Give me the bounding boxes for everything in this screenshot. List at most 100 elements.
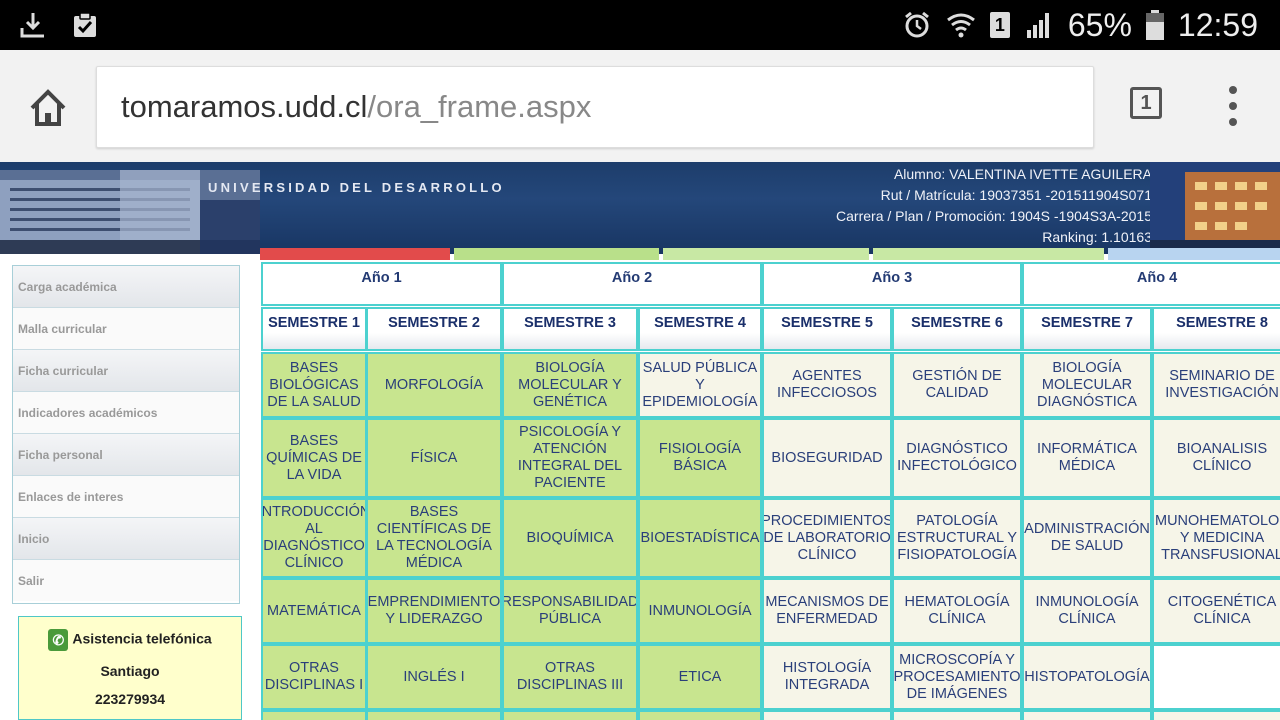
sidebar-item-malla-curricular[interactable]: Malla curricular bbox=[13, 308, 239, 350]
url-path: /ora_frame.aspx bbox=[367, 89, 592, 124]
course-cell[interactable]: BIOANALISIS CLÍNICO bbox=[1152, 418, 1280, 498]
course-cell[interactable]: EMPRENDIMIENTO Y LIDERAZGO bbox=[366, 578, 502, 644]
strip-segment bbox=[663, 248, 869, 260]
sidebar-item-inicio[interactable]: Inicio bbox=[13, 518, 239, 560]
strip-segment bbox=[453, 248, 660, 260]
course-cell[interactable]: ETICA bbox=[638, 644, 762, 710]
sidebar-item-salir[interactable]: Salir bbox=[13, 560, 239, 601]
course-cell-partial[interactable] bbox=[762, 710, 892, 720]
course-cell[interactable]: MICROSCOPÍA Y PROCESAMIENTO DE IMÁGENES bbox=[892, 644, 1022, 710]
student-name: Alumno: VALENTINA IVETTE AGUILERA bbox=[893, 166, 1152, 182]
download-icon bbox=[18, 10, 48, 40]
clock: 12:59 bbox=[1177, 6, 1258, 43]
course-cell[interactable]: HEMATOLOGÍA CLÍNICA bbox=[892, 578, 1022, 644]
year-header: Año 2 bbox=[502, 262, 762, 306]
sidebar-item-carga-academica[interactable]: Carga académica bbox=[13, 266, 239, 308]
course-cell[interactable]: MORFOLOGÍA bbox=[366, 352, 502, 418]
course-cell[interactable]: AGENTES INFECCIOSOS bbox=[762, 352, 892, 418]
clipboard-check-icon bbox=[70, 10, 100, 40]
course-cell[interactable]: BASES CIENTÍFICAS DE LA TECNOLOGÍA MÉDIC… bbox=[366, 498, 502, 578]
course-cell[interactable]: ADMINISTRACIÓN DE SALUD bbox=[1022, 498, 1152, 578]
university-name: UNIVERSIDAD DEL DESARROLLO bbox=[208, 180, 505, 195]
course-cell[interactable]: PSICOLOGÍA Y ATENCIÓN INTEGRAL DEL PACIE… bbox=[502, 418, 638, 498]
course-cell[interactable]: DIAGNÓSTICO INFECTOLÓGICO bbox=[892, 418, 1022, 498]
student-career: Carrera / Plan / Promoción: 1904S -1904S… bbox=[836, 208, 1152, 224]
course-cell-partial[interactable] bbox=[366, 710, 502, 720]
student-ranking: Ranking: 1.10163 bbox=[1042, 229, 1152, 245]
assist-phone: 223279934 bbox=[94, 691, 166, 707]
curriculum-grid: Año 1 Año 2 Año 3 Año 4 SEMESTRE 1 SEMESTRE 2… bbox=[261, 262, 1280, 720]
course-cell[interactable]: MECANISMOS DE ENFERMEDAD bbox=[762, 578, 892, 644]
course-cell[interactable]: FÍSICA bbox=[366, 418, 502, 498]
sidebar-item-ficha-personal[interactable]: Ficha personal bbox=[13, 434, 239, 476]
assist-title: Asistencia telefónica bbox=[72, 630, 212, 647]
course-cell[interactable]: BIOLOGÍA MOLECULAR DIAGNÓSTICA bbox=[1022, 352, 1152, 418]
semester-header: SEMESTRE 6 bbox=[892, 307, 1022, 351]
course-cell[interactable]: MATEMÁTICA bbox=[261, 578, 367, 644]
semester-header: SEMESTRE 2 bbox=[366, 307, 502, 351]
browser-toolbar: tomaramos.udd.cl/ora_frame.aspx 1 bbox=[0, 50, 1280, 163]
semester-header: SEMESTRE 8 bbox=[1152, 307, 1280, 351]
url-bar[interactable]: tomaramos.udd.cl/ora_frame.aspx bbox=[96, 66, 1094, 148]
course-cell[interactable]: SALUD PÚBLICA Y EPIDEMIOLOGÍA bbox=[638, 352, 762, 418]
course-cell[interactable]: INGLÉS I bbox=[366, 644, 502, 710]
battery-percent: 65% bbox=[1067, 6, 1132, 43]
course-cell[interactable]: INMUNOHEMATOLOGÍA Y MEDICINA TRANSFUSION… bbox=[1152, 498, 1280, 578]
course-cell[interactable]: RESPONSABILIDAD PÚBLICA bbox=[502, 578, 638, 644]
course-cell[interactable]: INMUNOLOGÍA CLÍNICA bbox=[1022, 578, 1152, 644]
course-cell[interactable]: CITOGENÉTICA CLÍNICA bbox=[1152, 578, 1280, 644]
course-cell[interactable]: BASES QUÍMICAS DE LA VIDA bbox=[261, 418, 367, 498]
course-cell[interactable] bbox=[1152, 644, 1280, 710]
sidebar-menu: Carga académica Malla curricular Ficha c… bbox=[12, 265, 240, 604]
course-cell[interactable]: GESTIÓN DE CALIDAD bbox=[892, 352, 1022, 418]
sidebar-item-indicadores-academicos[interactable]: Indicadores académicos bbox=[13, 392, 239, 434]
course-cell-partial[interactable] bbox=[892, 710, 1022, 720]
course-cell[interactable]: HISTOPATOLOGÍA bbox=[1022, 644, 1152, 710]
course-cell[interactable]: OTRAS DISCIPLINAS III bbox=[502, 644, 638, 710]
course-cell[interactable]: PROCEDIMIENTOS DE LABORATORIO CLÍNICO bbox=[762, 498, 892, 578]
tab-switcher-button[interactable]: 1 bbox=[1130, 87, 1162, 119]
course-cell[interactable]: FISIOLOGÍA BÁSICA bbox=[638, 418, 762, 498]
semester-header: SEMESTRE 5 bbox=[762, 307, 892, 351]
course-cell[interactable]: BIOESTADÍSTICA bbox=[638, 498, 762, 578]
course-cell[interactable]: INMUNOLOGÍA bbox=[638, 578, 762, 644]
color-strip bbox=[260, 248, 1280, 260]
building-image-right bbox=[1150, 162, 1280, 254]
course-cell-partial[interactable] bbox=[1022, 710, 1152, 720]
alarm-icon bbox=[902, 10, 932, 40]
course-cell[interactable]: OTRAS DISCIPLINAS I bbox=[261, 644, 367, 710]
course-cell[interactable]: BIOLOGÍA MOLECULAR Y GENÉTICA bbox=[502, 352, 638, 418]
home-icon[interactable] bbox=[26, 86, 70, 130]
url-domain: tomaramos.udd.cl bbox=[121, 89, 368, 124]
strip-segment bbox=[260, 248, 450, 260]
phone-assistance-box: ✆ Asistencia telefónica Santiago 22327993… bbox=[18, 616, 242, 720]
android-status-bar: 1 65% 12:59 bbox=[0, 0, 1280, 50]
course-cell-partial[interactable] bbox=[261, 710, 367, 720]
semester-header: SEMESTRE 3 bbox=[502, 307, 638, 351]
course-cell[interactable]: HISTOLOGÍA INTEGRADA bbox=[762, 644, 892, 710]
course-cell[interactable]: BIOQUÍMICA bbox=[502, 498, 638, 578]
signal-icon bbox=[1024, 10, 1054, 40]
strip-segment bbox=[1108, 248, 1280, 260]
course-cell-partial[interactable] bbox=[1152, 710, 1280, 720]
phone-icon: ✆ bbox=[48, 629, 69, 651]
overflow-menu-icon[interactable] bbox=[1222, 86, 1244, 126]
assist-city: Santiago bbox=[100, 663, 160, 679]
sidebar-item-enlaces-de-interes[interactable]: Enlaces de interes bbox=[13, 476, 239, 518]
course-cell[interactable]: INTRODUCCIÓN AL DIAGNÓSTICO CLÍNICO bbox=[261, 498, 367, 578]
wifi-icon bbox=[946, 10, 976, 40]
student-rut: Rut / Matrícula: 19037351 -201511904S071 bbox=[880, 187, 1152, 203]
course-cell-partial[interactable] bbox=[638, 710, 762, 720]
course-cell-partial[interactable] bbox=[502, 710, 638, 720]
course-cell[interactable]: SEMINARIO DE INVESTIGACIÓN bbox=[1152, 352, 1280, 418]
course-cell[interactable]: PATOLOGÍA ESTRUCTURAL Y FISIOPATOLOGÍA bbox=[892, 498, 1022, 578]
year-header: Año 3 bbox=[762, 262, 1022, 306]
year-header: Año 1 bbox=[261, 262, 502, 306]
course-cell[interactable]: INFORMÁTICA MÉDICA bbox=[1022, 418, 1152, 498]
sidebar-item-ficha-curricular[interactable]: Ficha curricular bbox=[13, 350, 239, 392]
strip-segment bbox=[872, 248, 1105, 260]
semester-header: SEMESTRE 4 bbox=[638, 307, 762, 351]
course-cell[interactable]: BIOSEGURIDAD bbox=[762, 418, 892, 498]
course-cell[interactable]: BASES BIOLÓGICAS DE LA SALUD bbox=[261, 352, 367, 418]
student-info: Alumno: VALENTINA IVETTE AGUILERA Rut / … bbox=[836, 164, 1152, 248]
